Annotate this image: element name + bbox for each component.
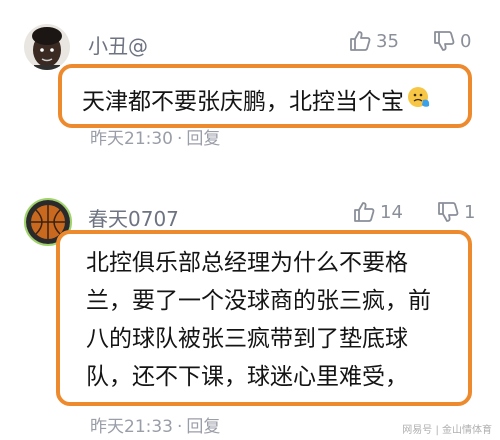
like-count: 14 — [380, 201, 403, 223]
comment-list: 小丑@ 35 0 天津都不要张庆鹏，北控当个宝 昨天21:30 · 回复 春天0… — [0, 0, 500, 440]
meta-separator: · — [177, 417, 183, 437]
username[interactable]: 春天0707 — [88, 203, 179, 232]
like-button[interactable]: 14 — [352, 200, 403, 224]
comment-text: 北控俱乐部总经理为什么不要格 兰，要了一个没球商的张三疯，前 八的球队被张三疯带… — [86, 250, 431, 390]
reply-button[interactable]: 回复 — [186, 417, 220, 437]
comment-highlight-box: 北控俱乐部总经理为什么不要格 兰，要了一个没球商的张三疯，前 八的球队被张三疯带… — [56, 230, 472, 406]
thumbs-up-icon — [352, 200, 376, 224]
watermark: 网易号 | 金山情体育 — [402, 425, 492, 436]
comment-time: 昨天21:33 — [90, 417, 173, 437]
comment-item: 春天0707 14 1 北控俱乐部总经理为什么不要格 兰，要了一个没球商的张三疯… — [0, 0, 500, 440]
dislike-count: 1 — [464, 201, 476, 223]
comment-meta: 昨天21:33 · 回复 — [90, 412, 220, 437]
thumbs-down-icon — [436, 200, 460, 224]
dislike-button[interactable]: 1 — [436, 200, 475, 224]
